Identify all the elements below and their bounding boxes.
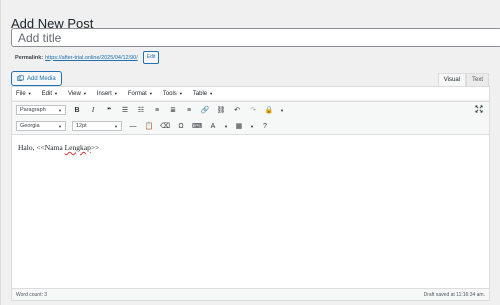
content-text: Halo, <<Nama xyxy=(18,143,65,152)
blockquote-button[interactable]: ❝ xyxy=(104,105,114,115)
lock-icon[interactable]: 🔒 xyxy=(264,105,274,115)
menu-tools[interactable]: Tools ▼ xyxy=(163,91,183,97)
chevron-down-icon: ▼ xyxy=(114,123,118,129)
post-title-input[interactable] xyxy=(11,28,500,47)
add-media-button[interactable]: Add Media xyxy=(11,71,62,86)
chevron-down-icon: ▼ xyxy=(58,123,62,129)
chevron-down-icon[interactable]: ▼ xyxy=(280,108,284,113)
tab-text[interactable]: Text xyxy=(465,73,489,86)
align-right-button[interactable]: ≡ xyxy=(184,105,194,115)
bullet-list-button[interactable]: ☰ xyxy=(120,105,130,115)
paragraph-format-select[interactable]: Paragraph ▼ xyxy=(16,105,66,115)
font-family-select[interactable]: Georgia ▼ xyxy=(16,121,66,131)
caret-down-icon: ▼ xyxy=(82,91,87,96)
draft-saved-status: Draft saved at 11:16:34 am. xyxy=(423,291,485,298)
special-character-icon[interactable]: Ω xyxy=(176,121,186,131)
misspelled-word: Lengkap xyxy=(64,143,91,152)
insert-link-icon[interactable]: 🔗 xyxy=(200,105,210,115)
table-icon[interactable]: ▦ xyxy=(234,121,244,131)
media-icon xyxy=(17,75,24,81)
undo-icon[interactable]: ↶ xyxy=(232,105,242,115)
clear-formatting-icon[interactable]: ⌫ xyxy=(160,121,170,131)
align-left-button[interactable]: ≡ xyxy=(152,105,162,115)
caret-down-icon: ▼ xyxy=(209,91,214,96)
chevron-down-icon[interactable]: ▼ xyxy=(224,124,228,129)
caret-down-icon: ▼ xyxy=(178,91,183,96)
editor-tabs: Visual Text xyxy=(437,73,489,86)
permalink-edit-button[interactable]: Edit xyxy=(142,51,160,64)
caret-down-icon: ▼ xyxy=(53,91,58,96)
add-media-label: Add Media xyxy=(27,75,56,82)
menu-edit[interactable]: Edit ▼ xyxy=(42,91,58,97)
align-center-button[interactable]: ≣ xyxy=(168,105,178,115)
menu-file[interactable]: File ▼ xyxy=(16,91,32,97)
chevron-down-icon[interactable]: ▼ xyxy=(250,124,254,129)
numbered-list-button[interactable]: ☷ xyxy=(136,105,146,115)
caret-down-icon: ▼ xyxy=(113,91,118,96)
editor-menubar: File ▼ Edit ▼ View ▼ Insert ▼ Format ▼ Tools ▼… xyxy=(12,87,489,101)
text-color-icon[interactable]: A xyxy=(208,121,218,131)
caret-down-icon: ▼ xyxy=(27,91,32,96)
code-icon[interactable]: ⌨ xyxy=(192,121,202,131)
menu-insert[interactable]: Insert ▼ xyxy=(97,91,118,97)
menu-format[interactable]: Format ▼ xyxy=(128,91,153,97)
help-icon[interactable]: ? xyxy=(260,121,270,131)
fullscreen-icon[interactable] xyxy=(475,105,483,113)
font-size-select[interactable]: 12pt ▼ xyxy=(72,121,122,131)
remove-link-icon[interactable]: ⛓ xyxy=(216,105,226,115)
tab-visual[interactable]: Visual xyxy=(437,73,466,86)
bold-button[interactable]: B xyxy=(72,105,82,115)
menu-table[interactable]: Table ▼ xyxy=(193,91,213,97)
permalink-row: Permalink: https://after-trial.online/20… xyxy=(15,51,160,64)
horizontal-line-icon[interactable]: — xyxy=(128,121,138,131)
editor-statusbar: Word count: 3 Draft saved at 11:16:34 am… xyxy=(12,288,489,300)
permalink-label: Permalink: xyxy=(15,54,44,61)
redo-icon[interactable]: ↷ xyxy=(248,105,258,115)
permalink-link[interactable]: https://after-trial.online/2025/04/12/90… xyxy=(45,55,138,61)
content-text-suffix: >> xyxy=(90,143,100,152)
left-edge-divider xyxy=(0,0,1,305)
caret-down-icon: ▼ xyxy=(148,91,153,96)
menu-view[interactable]: View ▼ xyxy=(68,91,87,97)
toolbar-row-2: Georgia ▼ 12pt ▼ — 📋 ⌫ Ω ⌨ A ▼ ▦ ▼ ? xyxy=(12,118,489,134)
word-count: Word count: 3 xyxy=(16,291,48,298)
chevron-down-icon: ▼ xyxy=(58,107,62,113)
toolbar-row-1: Paragraph ▼ B I ❝ ☰ ☷ ≡ ≣ ≡ 🔗 ⛓ ↶ ↷ 🔒 ▼ xyxy=(12,101,489,118)
italic-button[interactable]: I xyxy=(88,105,98,115)
editor-box: File ▼ Edit ▼ View ▼ Insert ▼ Format ▼ Tools ▼… xyxy=(11,86,490,301)
editor-content[interactable]: Halo, <<Nama Lengkap>> xyxy=(12,134,489,290)
paste-text-icon[interactable]: 📋 xyxy=(144,121,154,131)
